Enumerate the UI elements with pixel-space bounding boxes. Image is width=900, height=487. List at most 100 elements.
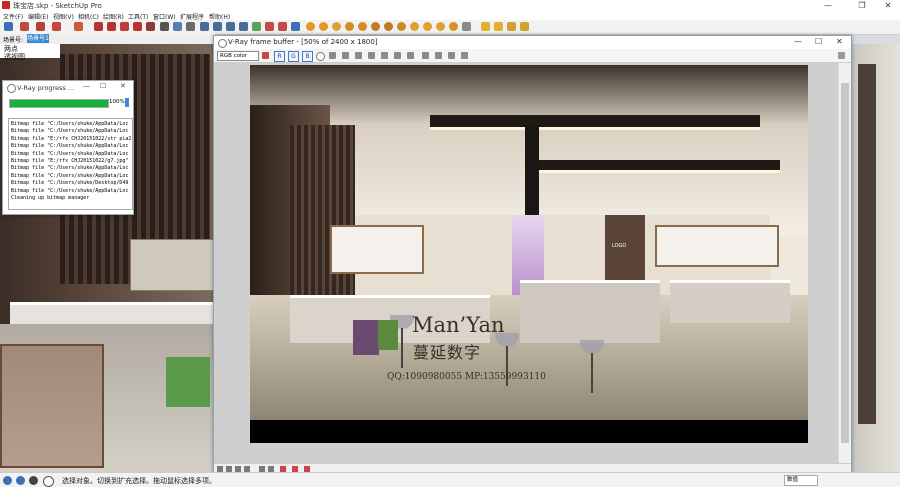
display-settings-icon[interactable] bbox=[461, 52, 468, 59]
track-mouse-icon[interactable] bbox=[394, 52, 401, 59]
move-tool-icon[interactable] bbox=[94, 22, 103, 31]
render-log[interactable]: Bitmap file "C:/Users/shuke/AppData/Loc B… bbox=[8, 118, 133, 210]
alpha-icon[interactable] bbox=[316, 52, 325, 61]
save-image-icon[interactable] bbox=[342, 52, 349, 59]
menu-bar: 文件(F) 编辑(E) 视图(V) 相机(C) 绘图(R) 工具(T) 窗口(W… bbox=[0, 11, 900, 21]
pushpull-tool-icon[interactable] bbox=[107, 22, 116, 31]
render-log-line: Bitmap file "C:/Users/shuke/AppData/Loc bbox=[11, 121, 129, 127]
tape-tool-icon[interactable] bbox=[160, 22, 169, 31]
arc-tool-icon[interactable] bbox=[52, 22, 61, 31]
progress-minimize-button[interactable]: — bbox=[83, 82, 90, 90]
vray-frame-buffer-window[interactable]: V-Ray frame buffer - [50% of 2400 x 1800… bbox=[213, 35, 852, 474]
pan-tool-icon[interactable] bbox=[213, 22, 222, 31]
channel-g-button[interactable]: G bbox=[288, 51, 299, 62]
vray-sphere-light-icon[interactable] bbox=[410, 22, 419, 31]
scene-tab-1[interactable]: 场景号1 bbox=[27, 34, 49, 43]
vray-light-icon[interactable] bbox=[397, 22, 406, 31]
zoom-tool-icon[interactable] bbox=[226, 22, 235, 31]
region-render-icon[interactable] bbox=[407, 52, 414, 59]
render-stool-stem bbox=[401, 328, 403, 368]
progress-close-button[interactable]: ✕ bbox=[120, 82, 126, 90]
render-stool-stem bbox=[591, 353, 593, 393]
followme-tool-icon[interactable] bbox=[133, 22, 142, 31]
light-mesh-icon[interactable] bbox=[520, 22, 529, 31]
link-icon[interactable] bbox=[422, 52, 429, 59]
channel-b-button[interactable]: B bbox=[302, 51, 313, 62]
vray-ies-light-icon[interactable] bbox=[436, 22, 445, 31]
line-tool-icon[interactable] bbox=[36, 22, 45, 31]
vfb-restore-button[interactable]: ☐ bbox=[815, 37, 822, 46]
extension-icon[interactable] bbox=[265, 22, 274, 31]
render-counter-right bbox=[670, 280, 790, 323]
vray-omni-light-icon[interactable] bbox=[449, 22, 458, 31]
viewport-display-shelf bbox=[130, 239, 217, 291]
credits-icon[interactable] bbox=[16, 476, 25, 485]
progress-restore-button[interactable]: ☐ bbox=[100, 82, 106, 90]
vfb-vertical-scrollbar[interactable] bbox=[838, 63, 851, 463]
mono-icon[interactable] bbox=[329, 52, 336, 59]
axes-tool-icon[interactable] bbox=[186, 22, 195, 31]
vray-camera-icon[interactable] bbox=[371, 22, 380, 31]
vray-dome-light-icon[interactable] bbox=[462, 22, 471, 31]
render-last-icon[interactable] bbox=[448, 52, 455, 59]
vray-render-icon[interactable] bbox=[306, 22, 315, 31]
vray-interactive-icon[interactable] bbox=[319, 22, 328, 31]
minimize-button[interactable]: — bbox=[818, 0, 838, 11]
scene-label: 场景号: bbox=[3, 37, 24, 44]
light-cone-icon[interactable] bbox=[494, 22, 503, 31]
stop-render-icon[interactable] bbox=[435, 52, 442, 59]
vfb-titlebar: V-Ray frame buffer - [50% of 2400 x 1800… bbox=[214, 36, 851, 49]
render-log-line: Bitmap file "C:/Users/shuke/AppData/Loc bbox=[11, 150, 129, 157]
render-progress-text: 100% bbox=[109, 99, 125, 105]
close-button[interactable]: ✕ bbox=[878, 0, 898, 11]
rotate-tool-icon[interactable] bbox=[120, 22, 129, 31]
offset-tool-icon[interactable] bbox=[146, 22, 155, 31]
layout-icon[interactable] bbox=[278, 22, 287, 31]
vfb-scroll-thumb[interactable] bbox=[841, 83, 849, 443]
restore-button[interactable]: ❐ bbox=[852, 0, 872, 11]
render-back-showcase bbox=[330, 225, 424, 274]
render-logo-sign: LOGO bbox=[612, 243, 627, 249]
zoom-extents-icon[interactable] bbox=[239, 22, 248, 31]
light-beam-icon[interactable] bbox=[507, 22, 516, 31]
shape-tool-icon[interactable] bbox=[74, 22, 83, 31]
vray-vfb-icon[interactable] bbox=[358, 22, 367, 31]
load-image-icon[interactable] bbox=[355, 52, 362, 59]
geo-location-icon[interactable] bbox=[3, 476, 12, 485]
duplicate-icon[interactable] bbox=[381, 52, 388, 59]
status-bar: 选择对象。切换到扩充选择。拖动鼠标选择多项。 数值 bbox=[0, 472, 900, 487]
vray-spot-light-icon[interactable] bbox=[423, 22, 432, 31]
vray-logo-icon bbox=[7, 84, 16, 93]
select-tool-icon[interactable] bbox=[4, 22, 13, 31]
clear-image-icon[interactable] bbox=[368, 52, 375, 59]
light-bulb-icon[interactable] bbox=[481, 22, 490, 31]
vray-options-icon[interactable] bbox=[332, 22, 341, 31]
orbit-tool-icon[interactable] bbox=[200, 22, 209, 31]
render-progress-bar bbox=[9, 99, 109, 108]
vfb-menu-icon[interactable] bbox=[838, 52, 845, 59]
warehouse-icon[interactable] bbox=[252, 22, 261, 31]
user-icon[interactable] bbox=[29, 476, 38, 485]
render-view-area[interactable]: LOGO Man’Yan 蔓延数字 QQ:1090980055 MP:13559… bbox=[214, 63, 838, 463]
channel-select[interactable]: RGB color bbox=[217, 51, 259, 61]
render-log-line: Bitmap file "E:/rfx CHJ20151022/g7.jpg" bbox=[11, 158, 129, 165]
vray-material-icon[interactable] bbox=[345, 22, 354, 31]
render-log-line: Bitmap file "C:/Users/shuke/AppData/Loc bbox=[11, 187, 129, 194]
render-ceiling-cove-lower bbox=[530, 160, 780, 173]
text-tool-icon[interactable] bbox=[173, 22, 182, 31]
vray-proxy-icon[interactable] bbox=[384, 22, 393, 31]
viewport-glass-table bbox=[0, 344, 104, 468]
help-icon[interactable] bbox=[43, 476, 54, 487]
status-text: 选择对象。切换到扩充选择。拖动鼠标选择多项。 bbox=[62, 477, 216, 485]
progress-scroll-button[interactable] bbox=[125, 98, 129, 107]
view-label: 两点 透视图 bbox=[4, 45, 25, 61]
channel-r-button[interactable]: R bbox=[274, 51, 285, 62]
watermark-contact: QQ:1090980055 MP:13559993110 bbox=[387, 372, 546, 382]
vray-progress-window[interactable]: V-Ray progress ... — ☐ ✕ 100% Bitmap fil… bbox=[2, 80, 134, 215]
share-icon[interactable] bbox=[291, 22, 300, 31]
eraser-tool-icon[interactable] bbox=[20, 22, 29, 31]
measurements-box[interactable]: 数值 bbox=[784, 475, 818, 486]
vfb-minimize-button[interactable]: — bbox=[794, 37, 802, 46]
save-icon[interactable] bbox=[262, 52, 269, 59]
vfb-close-button[interactable]: ✕ bbox=[836, 37, 843, 46]
